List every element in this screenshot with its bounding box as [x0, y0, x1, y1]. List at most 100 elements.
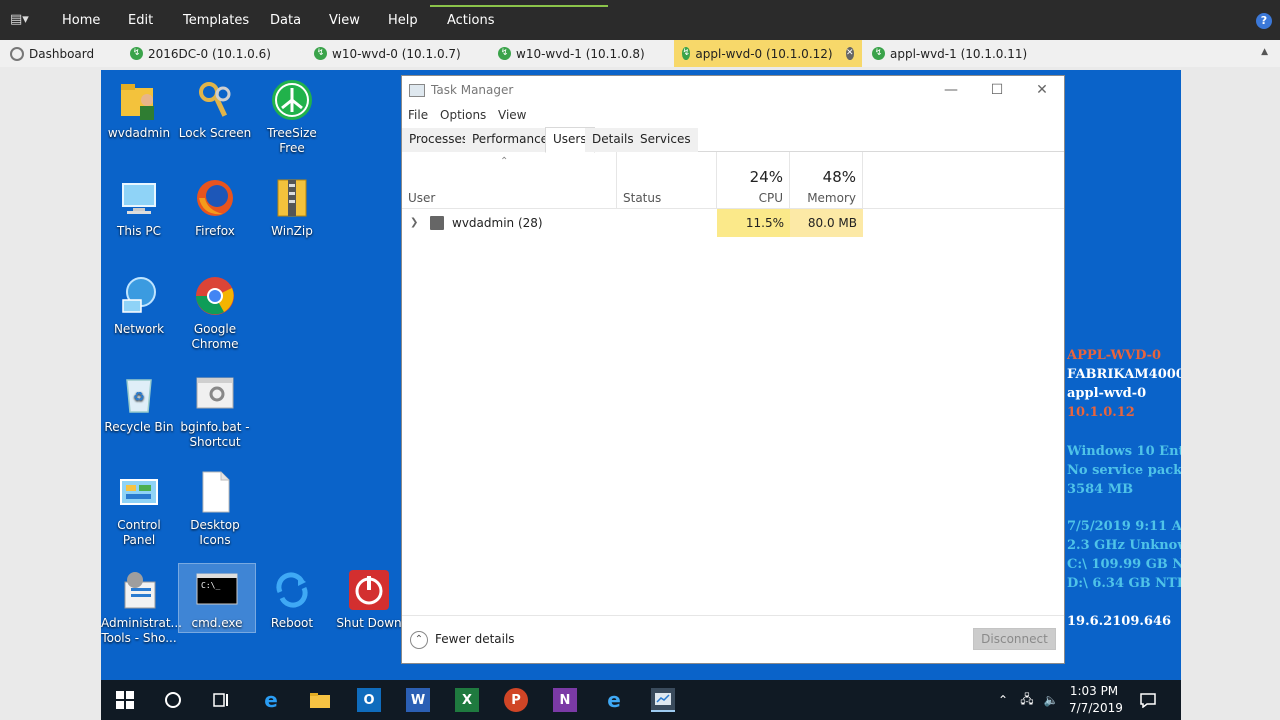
column-memory[interactable]: 48% Memory [790, 152, 863, 209]
tab-2016dc-0[interactable]: ↯ 2016DC-0 (10.1.0.6) [122, 40, 279, 67]
collapse-icon[interactable]: ⌃ [410, 631, 428, 649]
action-center-icon[interactable] [1136, 688, 1160, 712]
tab-performance[interactable]: Performance [465, 128, 556, 152]
desktop-icon-reboot[interactable]: Reboot [254, 568, 330, 631]
row-cpu: 11.5% [717, 209, 790, 237]
menu-help[interactable]: Help [388, 13, 418, 28]
bginfo-hostname: APPL-WVD-0 [1067, 348, 1162, 363]
bginfo-ip: 10.1.0.12 [1067, 405, 1135, 420]
user-avatar-icon [430, 216, 444, 230]
treesize-icon [270, 78, 314, 122]
desktop-icon-recycle-bin[interactable]: ♻ Recycle Bin [101, 372, 177, 435]
connected-icon: ↯ [682, 47, 691, 60]
chrome-icon [193, 274, 237, 318]
svg-text:♻: ♻ [133, 390, 145, 405]
desktop-icon-treesize[interactable]: TreeSize Free [254, 78, 330, 156]
table-header: ⌃ User Status 24% CPU 48% Memory [402, 152, 1064, 209]
internet-explorer-icon[interactable]: e [602, 688, 626, 712]
desktop-icon-winzip[interactable]: WinZip [254, 176, 330, 239]
volume-icon[interactable]: 🔈 [1039, 688, 1063, 712]
tab-dashboard[interactable]: Dashboard [2, 40, 102, 67]
menu-view[interactable]: View [498, 108, 526, 122]
word-icon[interactable]: W [406, 688, 430, 712]
app-menu-icon[interactable]: ▤▾ [10, 12, 32, 28]
minimize-button[interactable]: — [928, 80, 974, 100]
close-tab-icon[interactable]: ✕ [845, 47, 854, 60]
tab-w10-wvd-0[interactable]: ↯ w10-wvd-0 (10.1.0.7) [306, 40, 469, 67]
network-tray-icon[interactable]: 🖧 [1015, 688, 1039, 712]
desktop-icon-admin-tools[interactable]: Administrat... Tools - Sho... [101, 568, 182, 646]
row-memory: 80.0 MB [790, 209, 863, 237]
onenote-icon[interactable]: N [553, 688, 577, 712]
tab-services[interactable]: Services [633, 128, 698, 152]
task-manager-icon [409, 84, 425, 97]
task-manager-titlebar[interactable]: Task Manager — ☐ ✕ [402, 76, 1064, 104]
bat-file-icon [193, 372, 237, 416]
desktop-icon-lock-screen[interactable]: Lock Screen [177, 78, 253, 141]
desktop-icon-control-panel[interactable]: Control Panel [101, 470, 177, 548]
desktop-icon-network[interactable]: Network [101, 274, 177, 337]
connected-icon: ↯ [872, 47, 885, 60]
show-hidden-icons-chevron-icon[interactable]: ⌃ [991, 688, 1015, 712]
task-view-icon[interactable] [209, 688, 233, 712]
network-icon [117, 274, 161, 318]
task-manager-window: Task Manager — ☐ ✕ File Options View Pro… [401, 75, 1065, 664]
tab-scroll-up-icon[interactable]: ▲ [1261, 47, 1268, 57]
sort-up-icon: ⌃ [500, 156, 509, 167]
edge-icon[interactable]: e [259, 688, 283, 712]
desktop-icon-bginfo-shortcut[interactable]: bginfo.bat - Shortcut [177, 372, 253, 450]
menu-templates[interactable]: Templates [183, 13, 249, 28]
task-manager-taskbar-icon[interactable] [651, 688, 675, 712]
column-cpu[interactable]: 24% CPU [717, 152, 790, 209]
desktop-icon-firefox[interactable]: Firefox [177, 176, 253, 239]
excel-icon[interactable]: X [455, 688, 479, 712]
session-tab-strip: Dashboard ↯ 2016DC-0 (10.1.0.6) ↯ w10-wv… [0, 40, 1280, 67]
desktop-icon-google-chrome[interactable]: Google Chrome [177, 274, 253, 352]
menu-edit[interactable]: Edit [128, 13, 153, 28]
reboot-icon [270, 568, 314, 612]
menu-data[interactable]: Data [270, 13, 301, 28]
row-user: wvdadmin (28) [452, 216, 543, 230]
keys-icon [193, 78, 237, 122]
task-manager-footer: ⌃ Fewer details Disconnect [402, 615, 1064, 663]
close-button[interactable]: ✕ [1019, 80, 1065, 100]
bginfo-boot-time: 7/5/2019 9:11 AM [1067, 519, 1181, 534]
desktop-icon-wvdadmin[interactable]: wvdadmin [101, 78, 177, 141]
bginfo-disk-c: C:\ 109.99 GB NTFS [1067, 557, 1181, 572]
menu-file[interactable]: File [408, 108, 428, 122]
maximize-button[interactable]: ☐ [974, 80, 1020, 100]
clock-date: 7/7/2019 [1069, 701, 1123, 715]
column-user[interactable]: ⌃ User [402, 152, 617, 209]
outlook-icon[interactable]: O [357, 688, 381, 712]
column-status[interactable]: Status [617, 152, 717, 209]
desktop-icon-shut-down[interactable]: Shut Down [331, 568, 407, 631]
powerpoint-icon[interactable]: P [504, 688, 528, 712]
bginfo-os: Windows 10 Enterprise [1067, 444, 1181, 459]
desktop-icon-desktop-icons[interactable]: Desktop Icons [177, 470, 253, 548]
firefox-icon [193, 176, 237, 220]
connected-icon: ↯ [314, 47, 327, 60]
task-manager-tabs: Processes Performance Users Details Serv… [402, 127, 1064, 153]
expand-chevron-icon[interactable]: ❯ [410, 209, 418, 237]
menu-home[interactable]: Home [62, 13, 100, 28]
taskbar-clock[interactable]: 1:03 PM 7/7/2019 [1069, 683, 1123, 717]
tab-appl-wvd-1[interactable]: ↯ appl-wvd-1 (10.1.0.11) [864, 40, 1035, 67]
menu-options[interactable]: Options [440, 108, 486, 122]
tab-appl-wvd-0[interactable]: ↯ appl-wvd-0 (10.1.0.12) ✕ [674, 40, 862, 67]
menu-actions[interactable]: Actions [447, 13, 495, 28]
bginfo-user: appl-wvd-0 [1067, 386, 1147, 401]
menu-view[interactable]: View [329, 13, 360, 28]
clock-time: 1:03 PM [1069, 684, 1119, 698]
fewer-details-link[interactable]: Fewer details [435, 632, 515, 646]
file-explorer-icon[interactable] [308, 688, 332, 712]
disconnect-button[interactable]: Disconnect [973, 628, 1056, 650]
tab-w10-wvd-1[interactable]: ↯ w10-wvd-1 (10.1.0.8) [490, 40, 653, 67]
desktop-icon-this-pc[interactable]: This PC [101, 176, 177, 239]
help-icon[interactable]: ? [1256, 13, 1272, 29]
power-icon [347, 568, 391, 612]
desktop-icon-cmd[interactable]: C:\_ cmd.exe [178, 563, 256, 633]
start-windows-icon[interactable] [113, 688, 137, 712]
cortana-search-icon[interactable] [161, 688, 185, 712]
connected-icon: ↯ [130, 47, 143, 60]
table-row[interactable]: ❯ wvdadmin (28) 11.5% 80.0 MB [402, 209, 1064, 237]
